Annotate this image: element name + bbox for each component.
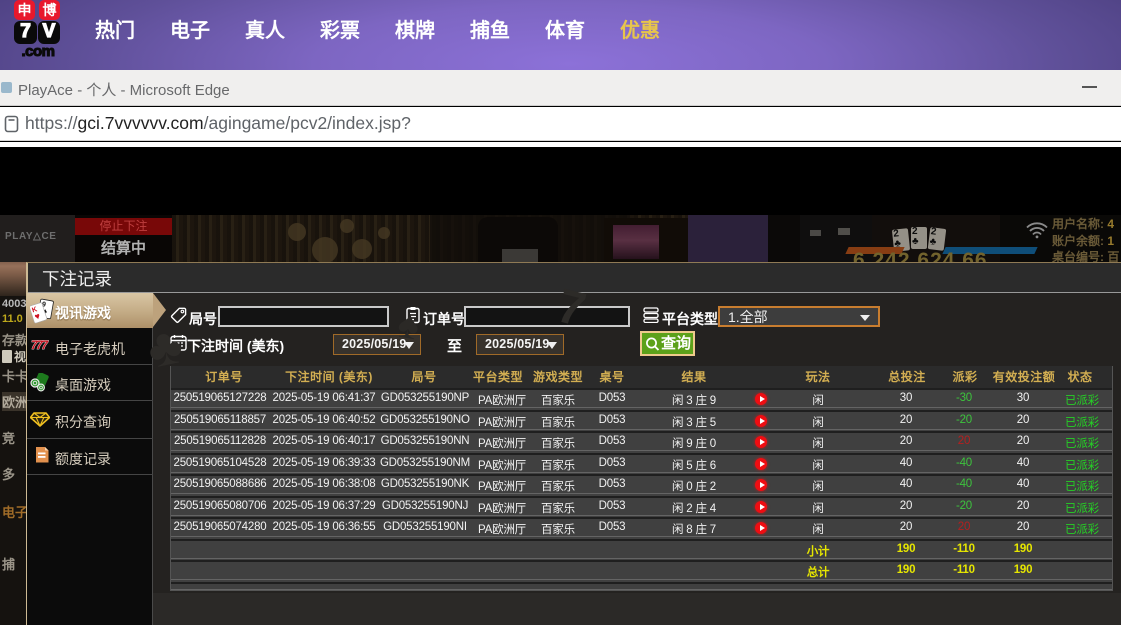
svg-text:777: 777: [31, 338, 49, 352]
